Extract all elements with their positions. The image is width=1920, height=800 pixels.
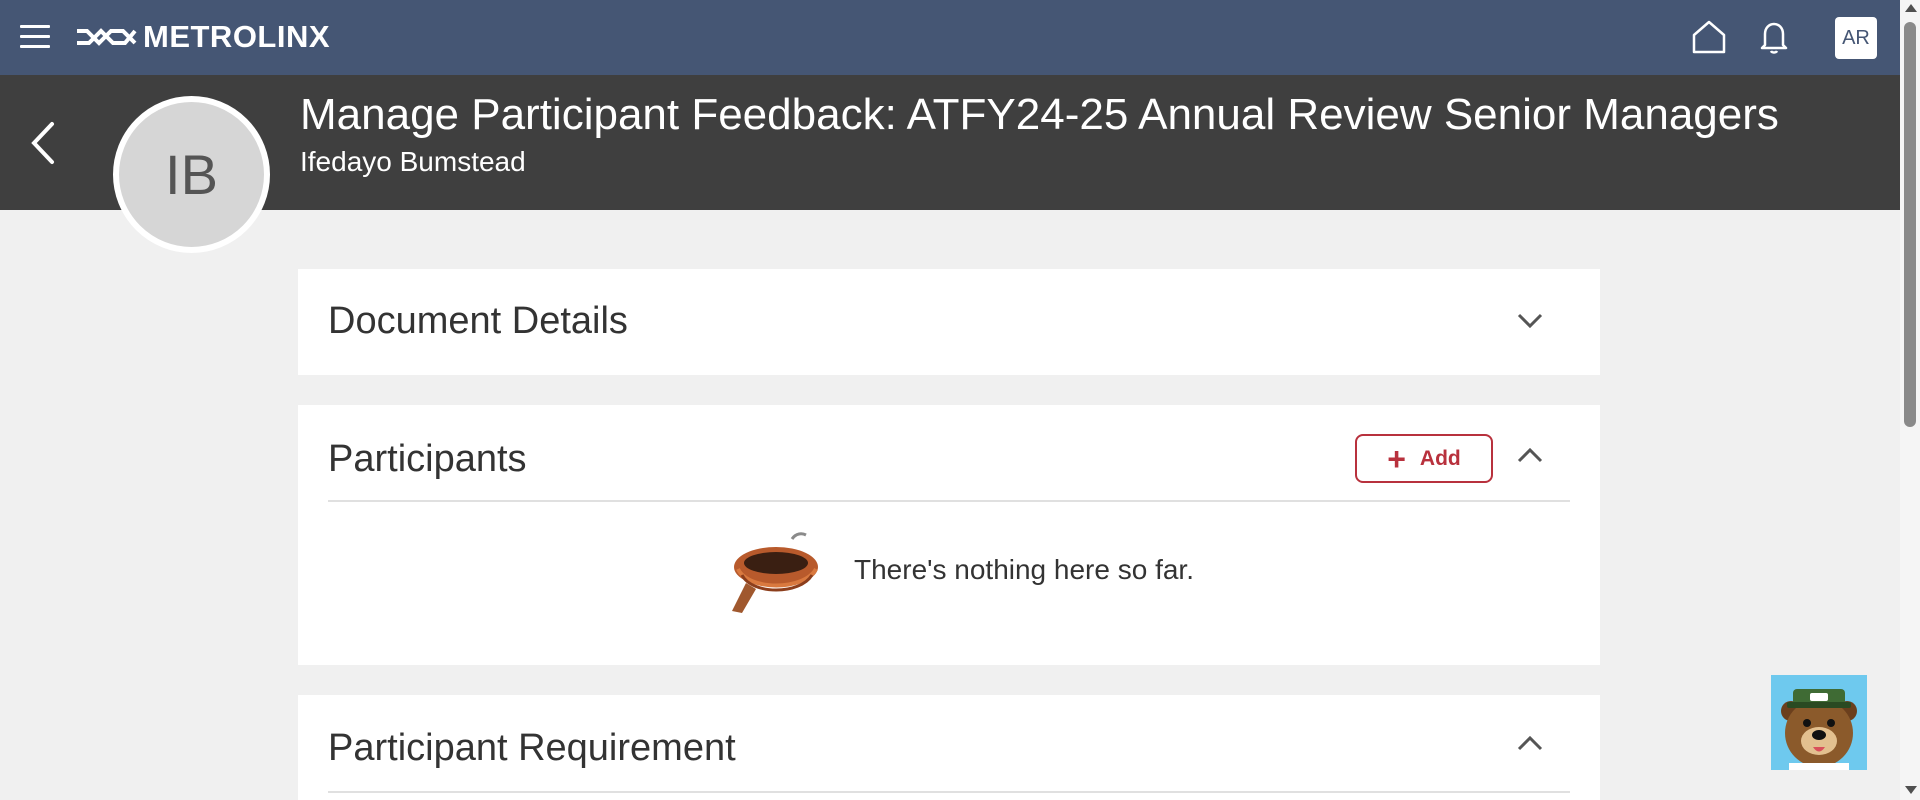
back-arrow-icon[interactable] (26, 118, 60, 168)
page-title: Manage Participant Feedback: ATFY24-25 A… (300, 90, 1779, 139)
chevron-up-icon[interactable] (1513, 731, 1547, 755)
plus-icon: + (1387, 440, 1406, 477)
chevron-up-icon[interactable] (1513, 443, 1547, 467)
chatbot-mascot-button[interactable] (1771, 675, 1867, 770)
section-title: Participant Requirement (328, 727, 736, 769)
participants-section: Participants + Add There's nothing here … (298, 405, 1600, 665)
participant-requirement-section: Participant Requirement (298, 695, 1600, 800)
add-participant-button[interactable]: + Add (1355, 434, 1493, 483)
home-icon[interactable] (1690, 18, 1728, 56)
add-button-label: Add (1419, 446, 1461, 470)
scroll-down-arrow-icon[interactable] (1905, 786, 1917, 794)
section-title: Document Details (328, 300, 628, 342)
scrollbar-thumb[interactable] (1904, 22, 1916, 427)
top-navigation-bar: METROLINX AR (0, 0, 1900, 75)
participant-avatar: IB (113, 96, 270, 253)
metrolinx-logo[interactable]: METROLINX (75, 19, 330, 55)
metrolinx-logo-mark (77, 28, 137, 46)
chevron-down-icon[interactable] (1513, 309, 1547, 333)
menu-icon[interactable] (20, 25, 50, 49)
section-divider (328, 791, 1570, 793)
section-divider (328, 500, 1570, 502)
page-scrollbar[interactable] (1900, 0, 1920, 800)
brand-name: METROLINX (143, 19, 331, 54)
empty-state-message: There's nothing here so far. (854, 554, 1194, 585)
participant-name: Ifedayo Bumstead (300, 146, 526, 177)
scroll-up-arrow-icon[interactable] (1905, 4, 1917, 12)
empty-nest-icon (732, 532, 818, 613)
empty-state: There's nothing here so far. (728, 525, 1194, 615)
document-details-section[interactable]: Document Details (298, 269, 1600, 375)
bell-icon[interactable] (1757, 18, 1791, 56)
section-title: Participants (328, 438, 527, 480)
bear-mascot-icon (1781, 689, 1857, 770)
user-avatar[interactable]: AR (1835, 17, 1877, 59)
